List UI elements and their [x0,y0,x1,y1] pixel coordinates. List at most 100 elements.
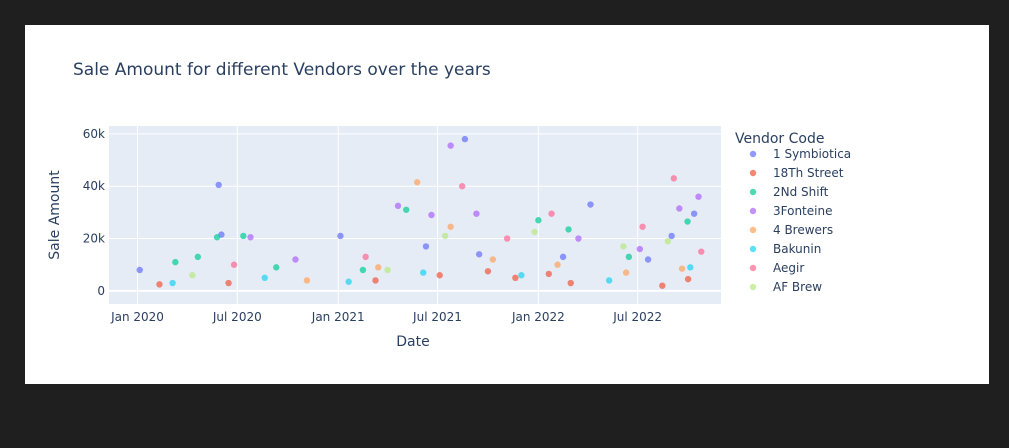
scatter-point [678,265,686,272]
x-axis-title: Date [396,334,429,350]
scatter-point [441,232,449,240]
scatter-point [447,223,454,230]
scatter-point [684,275,692,283]
scatter-point [303,277,311,284]
scatter-point [261,274,268,282]
scatter-point [554,261,561,268]
chart-card: Sale Amount for different Vendors over t… [25,25,989,384]
scatter-point [240,232,247,240]
legend-item-label[interactable]: 2Nd Shift [773,185,829,199]
scatter-point [403,206,410,213]
scatter-point [531,228,538,236]
legend-marker[interactable] [749,283,757,291]
scatter-point [345,278,352,285]
scatter-point [625,253,633,261]
scatter-point [413,179,421,186]
scatter-point [230,261,238,268]
scatter-point [690,210,698,217]
scatter-point [420,269,427,276]
scatter-point [484,268,492,275]
legend-marker[interactable] [749,188,757,196]
scatter-point [436,272,443,279]
x-tick-label: Jan 2022 [511,310,565,324]
scatter-point [428,211,435,219]
legend-marker[interactable] [749,264,757,272]
scatter-point [587,201,594,208]
scatter-point [676,205,683,212]
legend-marker[interactable] [749,245,757,253]
y-tick-label: 0 [97,284,105,298]
x-tick-label: Jan 2021 [311,310,365,324]
scatter-point [567,279,574,287]
y-tick-label: 40k [83,179,105,193]
legend-item-label[interactable]: 4 Brewers [773,223,833,237]
scatter-point [668,232,675,240]
scatter-point [535,217,542,224]
scatter-point [273,264,280,271]
scatter-point [518,272,525,279]
scatter-point [639,223,646,230]
scatter-point [422,243,430,250]
scatter-point [247,234,254,241]
scatter-point [359,266,367,274]
scatter-point [473,210,480,217]
scatter-point [194,253,202,261]
x-tick-label: Jul 2022 [612,310,662,324]
scatter-point [384,266,391,274]
scatter-point [489,256,497,263]
scatter-point [337,232,344,240]
scatter-point [447,142,454,149]
scatter-point [375,264,382,271]
scatter-point [169,279,176,287]
scatter-point [458,183,466,190]
x-tick-label: Jul 2020 [212,310,262,324]
scatter-point [636,245,644,253]
legend-marker[interactable] [749,207,757,215]
scatter-point [684,218,691,225]
scatter-point [172,258,179,266]
plot-area [109,126,721,304]
scatter-point [575,235,582,242]
legend-item-label[interactable]: 3Fonteine [773,204,832,218]
legend-marker[interactable] [749,226,757,234]
scatter-point [559,253,567,261]
scatter-point [189,272,196,279]
scatter-chart: Sale Amount for different Vendors over t… [47,60,851,350]
scatter-point [156,281,163,288]
legend-item-label[interactable]: Bakunin [773,242,821,256]
scatter-point [670,175,678,182]
scatter-point [565,226,572,233]
x-tick-label: Jan 2020 [110,310,164,324]
chart-title: Sale Amount for different Vendors over t… [73,60,491,80]
scatter-point [136,266,143,274]
scatter-point [620,243,627,250]
x-tick-label: Jul 2021 [412,310,462,324]
scatter-point [512,274,519,282]
scatter-point [659,282,666,289]
scatter-point [695,193,702,200]
legend-item-label[interactable]: 18Th Street [773,166,844,180]
scatter-point [622,269,630,276]
legend-title: Vendor Code [735,131,824,147]
scatter-point [394,202,402,210]
scatter-point [213,234,221,241]
legend-item-label[interactable]: Aegir [773,261,804,275]
scatter-point [664,237,672,245]
legend-marker[interactable] [749,150,757,158]
y-axis-title: Sale Amount [47,170,63,260]
y-tick-label: 60k [83,127,105,141]
legend-marker[interactable] [749,169,757,177]
scatter-point [687,264,694,271]
scatter-point [503,235,511,242]
scatter-point [545,270,553,278]
scatter-point [292,256,299,263]
scatter-point [215,181,222,189]
scatter-point [372,277,379,284]
scatter-point [225,279,232,287]
legend-item-label[interactable]: 1 Symbiotica [773,147,851,161]
scatter-point [362,253,369,261]
legend-item-label[interactable]: AF Brew [773,280,822,294]
scatter-point [461,135,469,143]
scatter-point [698,248,705,255]
y-tick-label: 20k [83,232,105,246]
